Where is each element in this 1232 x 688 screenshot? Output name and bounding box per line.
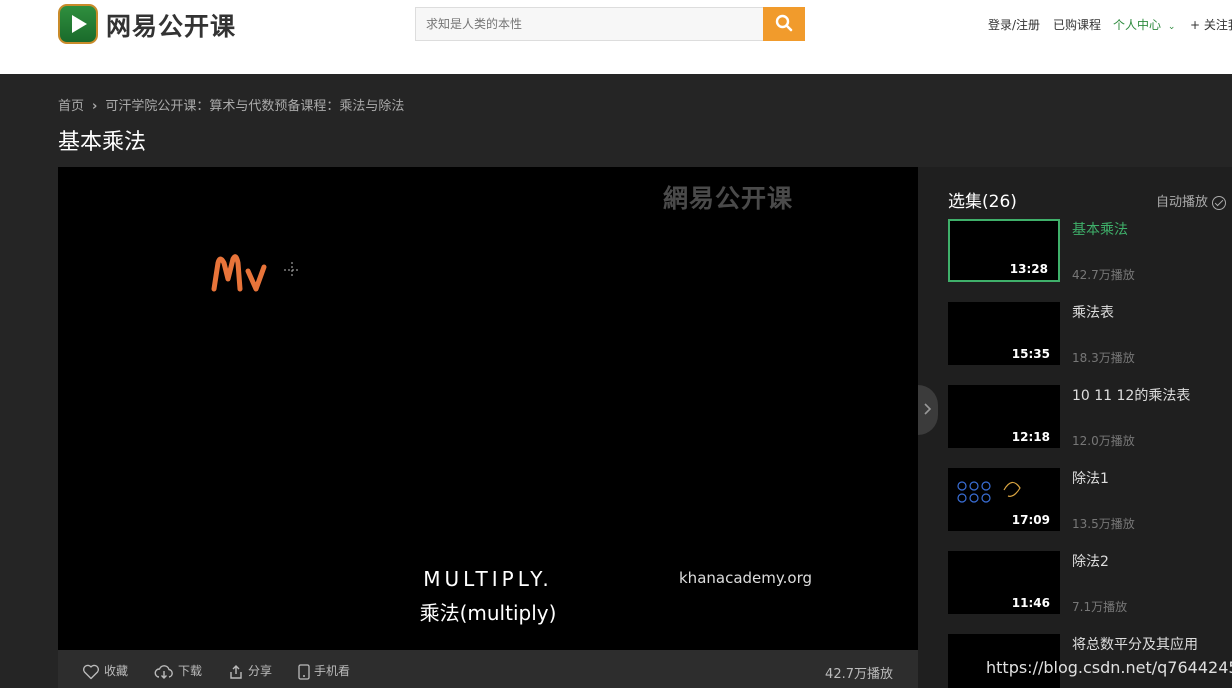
video-actions-bar: 收藏 下载 分享 手机看 42.7万播放	[58, 650, 918, 688]
mobile-phone-icon	[298, 663, 310, 680]
episode-thumbnail: 13:28	[948, 219, 1060, 282]
netease-logo-icon[interactable]	[58, 4, 98, 44]
episode-thumbnail: 11:46	[948, 551, 1060, 614]
episode-duration: 12:18	[1011, 430, 1050, 444]
playlist-item[interactable]: 17:09 除法1 13.5万播放	[948, 468, 1228, 532]
episode-title: 将总数平分及其应用	[1072, 637, 1198, 653]
playlist-item[interactable]: 11:46 除法2 7.1万播放	[948, 551, 1228, 615]
follow-link[interactable]: + 关注我	[1190, 16, 1232, 33]
autoplay-label: 自动播放	[1155, 195, 1208, 210]
favorite-label: 收藏	[104, 664, 129, 678]
netease-watermark: 網易公开课	[663, 184, 794, 213]
playlist-title: 选集(26)	[948, 192, 1017, 212]
episode-duration: 17:09	[1011, 513, 1050, 527]
episode-duration: 11:46	[1011, 596, 1050, 610]
cloud-download-icon	[154, 664, 173, 679]
playlist-item[interactable]: 12:18 10 11 12的乘法表 12.0万播放	[948, 385, 1228, 449]
episode-play-count: 7.1万播放	[1072, 600, 1128, 614]
csdn-watermark: https://blog.csdn.net/q764424567	[986, 658, 1232, 677]
episode-title: 基本乘法	[1072, 222, 1128, 238]
episode-play-count: 42.7万播放	[1072, 268, 1135, 282]
playlist-sidebar: 选集(26) 自动播放 13:28 基本乘法 42.7万播放 15:35 乘法表…	[918, 167, 1232, 688]
page-title: 基本乘法	[58, 130, 147, 155]
purchased-courses-link[interactable]: 已购课程	[1053, 16, 1101, 33]
collapse-sidebar-button[interactable]	[918, 385, 938, 435]
breadcrumb-home[interactable]: 首页	[58, 99, 84, 114]
playlist-item[interactable]: 13:28 基本乘法 42.7万播放	[948, 219, 1228, 283]
autoplay-toggle[interactable]: 自动播放	[1156, 191, 1226, 210]
personal-center-label: 个人中心	[1113, 18, 1162, 32]
top-header: 网易公开课 登录/注册 已购课程 个人中心 ⌄ + 关注我	[0, 0, 1232, 74]
mobile-watch-button[interactable]: 手机看	[298, 662, 350, 680]
play-count: 42.7万播放	[825, 667, 893, 682]
search-icon	[775, 14, 793, 31]
episode-title: 除法1	[1072, 471, 1109, 487]
check-circle-icon	[1212, 195, 1226, 210]
favorite-button[interactable]: 收藏	[82, 662, 128, 680]
brand-name[interactable]: 网易公开课	[106, 7, 236, 43]
breadcrumb: 首页 › 可汗学院公开课：算术与代数预备课程：乘法与除法	[58, 95, 404, 114]
episode-duration: 15:35	[1011, 347, 1050, 361]
episode-title: 10 11 12的乘法表	[1072, 388, 1191, 404]
mobile-watch-label: 手机看	[314, 664, 351, 678]
login-link[interactable]: 登录/注册	[988, 16, 1040, 33]
chevron-right-icon	[924, 403, 932, 415]
search-button[interactable]	[763, 7, 805, 41]
episode-thumbnail: 15:35	[948, 302, 1060, 365]
episode-title: 乘法表	[1072, 305, 1114, 321]
episode-play-count: 12.0万播放	[1072, 434, 1135, 448]
episode-play-count: 13.5万播放	[1072, 517, 1135, 531]
heart-icon	[82, 664, 100, 679]
search-input[interactable]	[415, 7, 763, 41]
share-label: 分享	[248, 664, 273, 678]
chalk-drawing	[211, 254, 300, 292]
share-icon	[230, 664, 242, 679]
download-label: 下载	[178, 664, 203, 678]
playlist-item[interactable]: 15:35 乘法表 18.3万播放	[948, 302, 1228, 366]
episode-duration: 13:28	[1009, 262, 1048, 276]
khan-academy-watermark: khanacademy.org	[679, 569, 812, 587]
chevron-right-icon: ›	[92, 99, 98, 114]
subtitle-chinese: 乘法(multiply)	[419, 601, 557, 625]
episode-title: 除法2	[1072, 554, 1109, 570]
episode-play-count: 18.3万播放	[1072, 351, 1135, 365]
personal-center-menu[interactable]: 个人中心 ⌄	[1113, 16, 1175, 33]
episode-thumbnail: 12:18	[948, 385, 1060, 448]
share-button[interactable]: 分享	[228, 662, 272, 680]
chevron-down-icon: ⌄	[1167, 22, 1176, 32]
episode-thumbnail: 17:09	[948, 468, 1060, 531]
video-player[interactable]: 網易公开课 MULTIPLY. 乘法(multiply) khanacademy…	[58, 167, 918, 650]
breadcrumb-course[interactable]: 可汗学院公开课：算术与代数预备课程：乘法与除法	[105, 99, 404, 114]
download-button[interactable]: 下载	[154, 662, 202, 680]
